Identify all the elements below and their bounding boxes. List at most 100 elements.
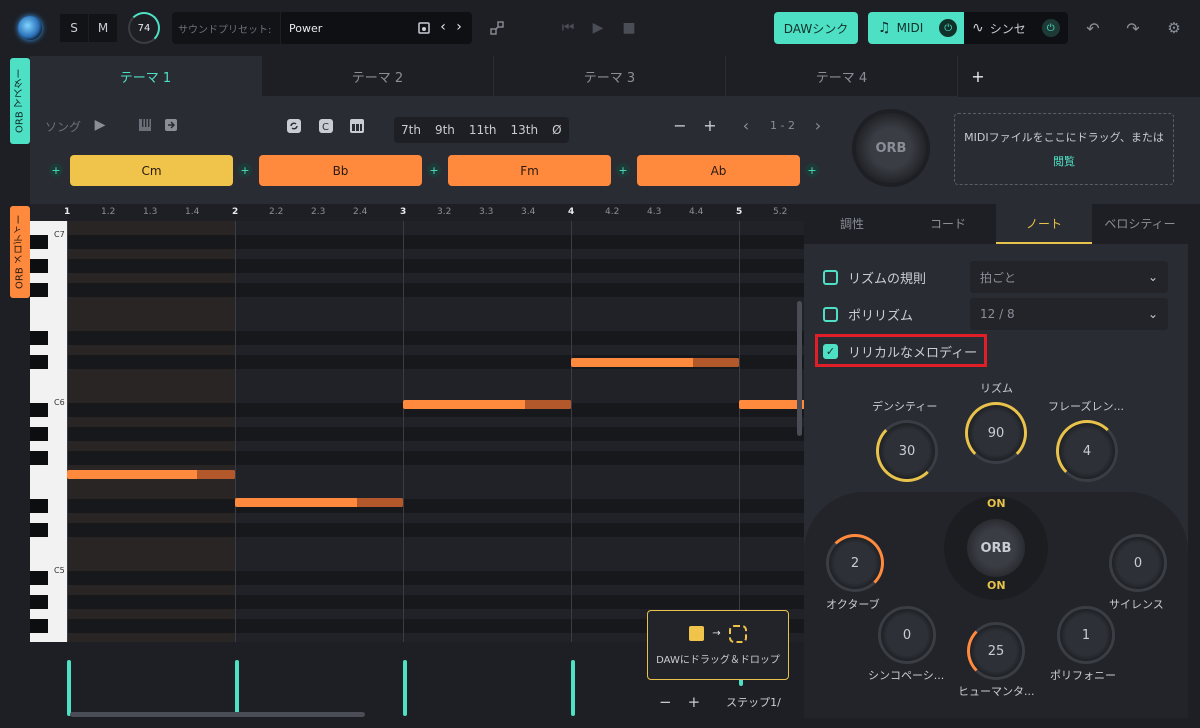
settings-gear-icon[interactable]: ⚙ (1165, 18, 1183, 38)
tab-velocity[interactable]: ベロシティー (1092, 204, 1188, 244)
daw-sync-button[interactable]: DAWシンク (774, 12, 858, 44)
add-theme-button[interactable]: + (958, 56, 998, 97)
tab-theme-1[interactable]: テーマ 1 (30, 56, 262, 97)
piano-icon[interactable] (137, 117, 153, 133)
ext-11th-button[interactable]: 11th (462, 123, 504, 137)
mute-button[interactable]: M (89, 14, 117, 42)
black-key[interactable] (30, 571, 48, 585)
add-chord-button[interactable]: + (805, 163, 819, 177)
ext-half-dim-button[interactable]: Ø (545, 123, 568, 137)
add-chord-button[interactable]: + (49, 163, 63, 177)
rhythm-knob[interactable]: 90 (965, 402, 1027, 464)
silence-knob[interactable]: 0 (1109, 534, 1167, 592)
volume-knob[interactable]: 74 (128, 12, 160, 44)
density-knob[interactable]: 30 (876, 420, 938, 482)
add-chord-button[interactable]: + (238, 163, 252, 177)
rhythm-rule-select[interactable]: 拍ごと ⌄ (970, 261, 1168, 293)
polyphony-knob[interactable]: 1 (1057, 606, 1115, 664)
step-indicator[interactable]: ステップ1/ (726, 694, 781, 710)
ext-13th-button[interactable]: 13th (504, 123, 546, 137)
black-key[interactable] (30, 523, 48, 537)
synth-power-icon[interactable]: ⏻ (1041, 19, 1060, 37)
tab-note[interactable]: ノート (996, 204, 1092, 244)
zoom-in-button[interactable]: + (688, 693, 701, 711)
black-key[interactable] (30, 427, 48, 441)
redo-icon[interactable]: ↷ (1124, 18, 1142, 38)
black-key[interactable] (30, 619, 48, 633)
piano-keyboard[interactable]: C7 C6 C5 (30, 221, 67, 642)
black-key[interactable] (30, 499, 48, 513)
save-icon[interactable] (416, 19, 432, 37)
black-key[interactable] (30, 355, 48, 369)
chord-seventh-icon[interactable]: C (317, 117, 335, 135)
ext-7th-button[interactable]: 7th (394, 123, 428, 137)
orb-melody-side-tab[interactable]: ORB メロディー (10, 206, 30, 298)
octave-knob[interactable]: 2 (826, 534, 884, 592)
chord-cm[interactable]: Cm (70, 155, 233, 186)
black-key[interactable] (30, 283, 48, 297)
play-icon[interactable]: ▶ (590, 19, 606, 37)
export-icon[interactable] (163, 117, 179, 133)
polyrhythm-checkbox[interactable] (823, 307, 838, 322)
chord-minus-button[interactable]: − (672, 116, 688, 135)
tab-theme-2[interactable]: テーマ 2 (262, 56, 494, 97)
orb-center-knob[interactable]: ORB (967, 519, 1025, 577)
refresh-icon[interactable] (285, 117, 303, 135)
black-key[interactable] (30, 403, 48, 417)
melody-note[interactable] (235, 498, 403, 507)
black-key[interactable] (30, 595, 48, 609)
add-chord-button[interactable]: + (427, 163, 441, 177)
timeline-ruler[interactable]: 1 1.2 1.3 1.4 2 2.2 2.3 2.4 3 3.2 3.3 3.… (64, 204, 804, 221)
tab-theme-4[interactable]: テーマ 4 (726, 56, 958, 97)
next-preset-icon[interactable]: › (452, 18, 466, 36)
add-chord-button[interactable]: + (616, 163, 630, 177)
note-grid[interactable] (67, 221, 804, 642)
vertical-scrollbar[interactable] (797, 301, 802, 436)
chord-bb[interactable]: Bb (259, 155, 422, 186)
browse-link[interactable]: 閲覧 (1053, 153, 1075, 169)
syncopation-knob[interactable]: 0 (878, 606, 936, 664)
horizontal-scrollbar[interactable] (70, 712, 365, 717)
lyrical-melody-checkbox[interactable]: ✓ (823, 344, 838, 359)
melody-note[interactable] (403, 400, 571, 409)
orb-master-knob[interactable]: ORB (856, 113, 926, 183)
chord-plus-button[interactable]: + (702, 116, 718, 135)
tab-key[interactable]: 調性 (804, 204, 900, 244)
orb-on-bottom-label[interactable]: ON (987, 579, 1006, 592)
chord-fm[interactable]: Fm (448, 155, 611, 186)
tab-theme-3[interactable]: テーマ 3 (494, 56, 726, 97)
melody-note[interactable] (67, 470, 235, 479)
polyrhythm-select[interactable]: 12 / 8 ⌄ (970, 298, 1168, 330)
prev-preset-icon[interactable]: ‹ (436, 18, 450, 36)
orb-on-top-label[interactable]: ON (987, 497, 1006, 510)
zoom-out-button[interactable]: − (659, 693, 672, 711)
velocity-bar[interactable] (235, 660, 239, 716)
midi-drop-zone[interactable]: MIDIファイルをここにドラッグ、または 閲覧 (954, 113, 1174, 185)
link-icon[interactable] (488, 19, 506, 37)
ext-9th-button[interactable]: 9th (428, 123, 462, 137)
drag-to-daw-tooltip[interactable]: → DAWにドラッグ＆ドロップ (647, 610, 789, 680)
rhythm-rule-checkbox[interactable] (823, 270, 838, 285)
stop-icon[interactable]: ■ (621, 19, 637, 37)
phrase-length-knob[interactable]: 4 (1056, 420, 1118, 482)
black-key[interactable] (30, 451, 48, 465)
layout-icon[interactable] (348, 117, 366, 135)
melody-note[interactable] (739, 400, 804, 409)
chord-ab[interactable]: Ab (637, 155, 800, 186)
velocity-bar[interactable] (571, 660, 575, 716)
black-key[interactable] (30, 259, 48, 273)
velocity-bar[interactable] (403, 660, 407, 716)
black-key[interactable] (30, 235, 48, 249)
skip-back-icon[interactable]: ⏮ (560, 19, 576, 37)
synth-button[interactable]: ∿ シンセ ⏻ (964, 12, 1068, 44)
melody-note[interactable] (571, 358, 739, 367)
midi-power-icon[interactable]: ⏻ (939, 19, 958, 37)
humanize-knob[interactable]: 25 (967, 622, 1025, 680)
black-key[interactable] (30, 331, 48, 345)
page-next-icon[interactable]: › (810, 116, 826, 135)
orb-master-side-tab[interactable]: ORB マスター (10, 58, 30, 144)
midi-button[interactable]: ♫ MIDI ⏻ (868, 12, 964, 44)
tab-chord[interactable]: コード (900, 204, 996, 244)
solo-button[interactable]: S (60, 14, 88, 42)
song-play-icon[interactable]: ▶ (92, 116, 108, 134)
